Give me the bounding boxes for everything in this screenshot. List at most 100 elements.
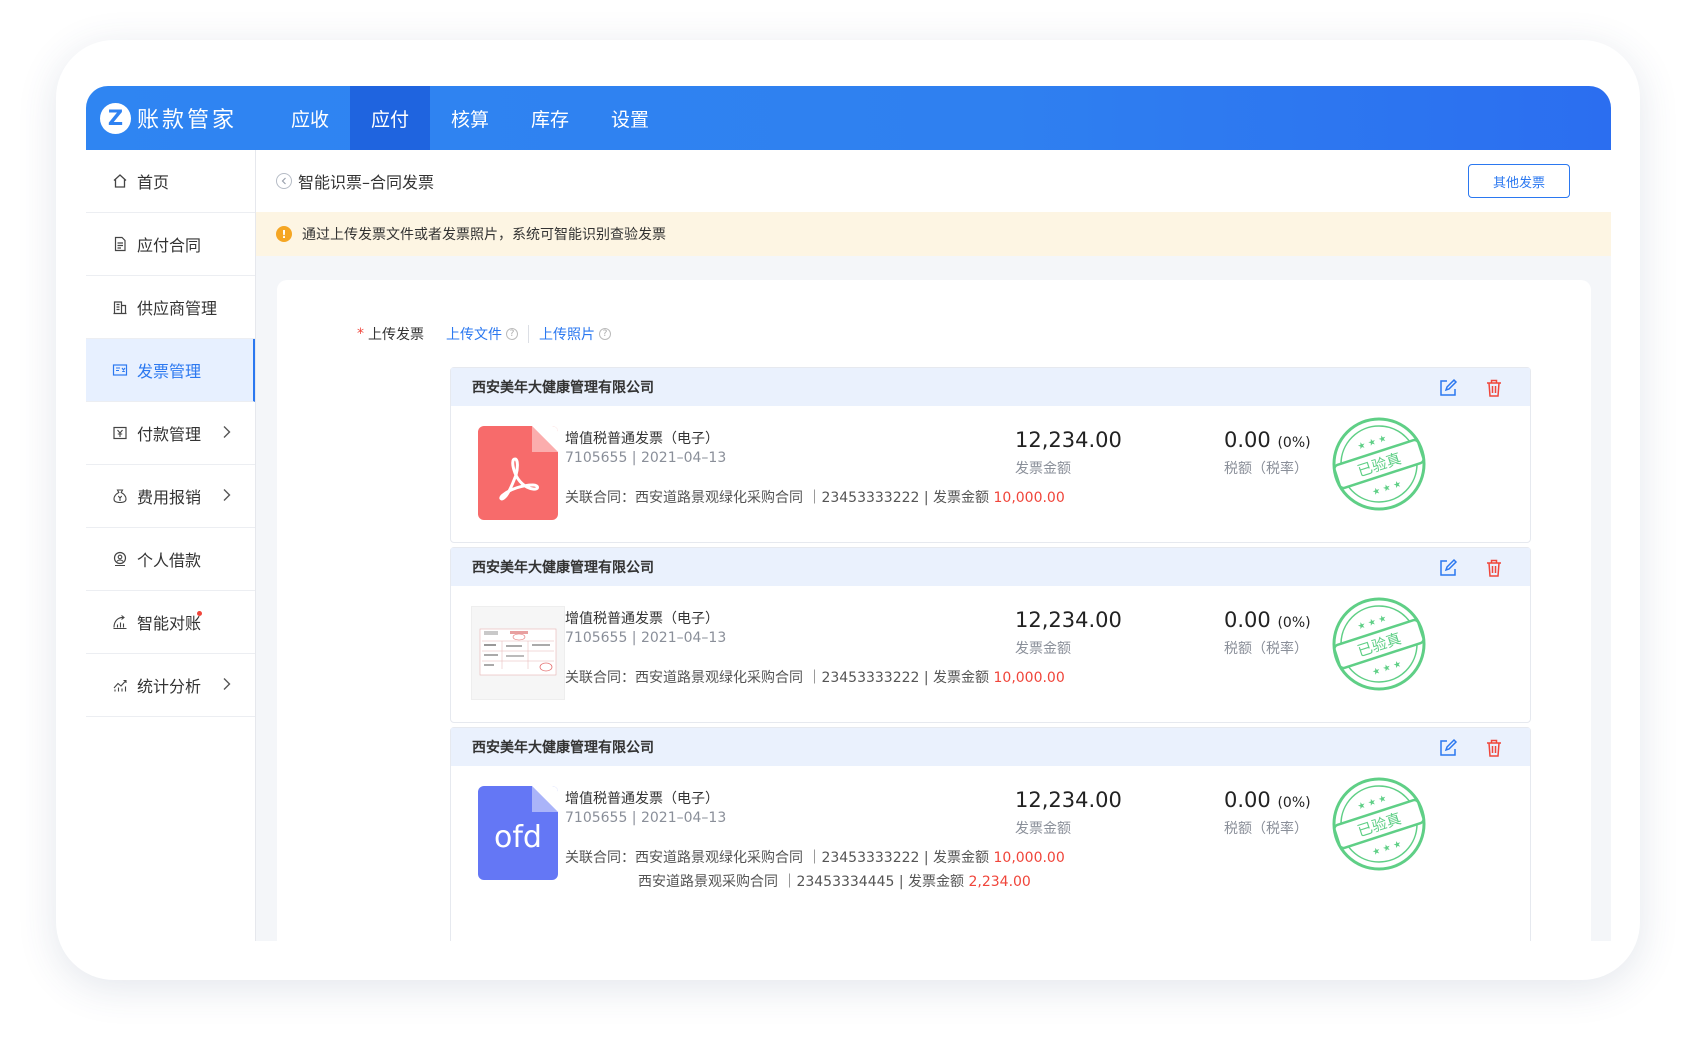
delete-icon[interactable]	[1483, 557, 1505, 579]
topnav-receivable[interactable]: 应收	[270, 86, 350, 150]
edit-icon[interactable]	[1437, 377, 1459, 399]
invoice-tax: 0.00 (0%) 税额（税率）	[1224, 428, 1311, 478]
linked-contracts: 关联合同：西安道路景观绿化采购合同 ｜23453333222 | 发票金额 10…	[565, 846, 1065, 894]
invoice-type: 增值税普通发票（电子）	[565, 431, 719, 447]
svg-text:★ ★ ★: ★ ★ ★	[1371, 839, 1403, 858]
sidebar: 首页 应付合同 供应商管理 发票管理 付款管理 费用报销 个人借款 智能对账 统…	[86, 150, 256, 941]
acrobat-icon	[499, 457, 539, 501]
sidebar-item-invoices[interactable]: 发票管理	[86, 339, 255, 402]
help-icon[interactable]: ?	[599, 328, 611, 340]
upload-photo-link[interactable]: 上传照片 ?	[539, 324, 611, 344]
ofd-label: ofd	[494, 819, 542, 855]
payment-icon	[111, 424, 129, 442]
brand-name: 账款管家	[137, 108, 238, 133]
linked-contract-text[interactable]: 西安道路景观采购合同 ｜23453334445 | 发票金额	[638, 874, 969, 890]
invoice-scan-image	[472, 607, 564, 699]
tax-label: 税额（税率）	[1224, 821, 1308, 837]
invoice-panel: * 上传发票 上传文件 ? 上传照片 ? 西安美年大健康管理有限公司 增值税普通…	[277, 280, 1591, 941]
brand[interactable]: Z 账款管家	[86, 86, 270, 150]
sidebar-item-label: 付款管理	[137, 425, 202, 444]
sidebar-item-label: 智能对账	[137, 614, 202, 633]
required-mark: *	[357, 326, 364, 342]
loan-icon	[111, 550, 129, 568]
invoice-amount: 12,234.00 发票金额	[1015, 788, 1122, 838]
app-window: Z 账款管家 应收 应付 核算 库存 设置 首页 应付合同 供应商管理 发票管理…	[86, 86, 1611, 941]
pdf-file-icon[interactable]	[478, 426, 558, 520]
topnav-accounting[interactable]: 核算	[430, 86, 510, 150]
warning-icon: !	[276, 226, 292, 242]
topnav-settings[interactable]: 设置	[590, 86, 670, 150]
invoice-card-body: ofd 增值税普通发票（电子） 7105655 | 2021–04–13 关联合…	[451, 766, 1530, 902]
sidebar-item-loans[interactable]: 个人借款	[86, 528, 255, 591]
linked-contracts: 关联合同：西安道路景观绿化采购合同 ｜23453333222 | 发票金额 10…	[565, 666, 1065, 690]
linked-contracts: 关联合同：西安道路景观绿化采购合同 ｜23453333222 | 发票金额 10…	[565, 486, 1065, 510]
page-title: 智能识票–合同发票	[298, 173, 435, 192]
invoice-tax: 0.00 (0%) 税额（税率）	[1224, 608, 1311, 658]
invoice-card: 西安美年大健康管理有限公司	[450, 547, 1531, 723]
verified-stamp: 已验真 ★ ★ ★ ★ ★ ★	[1332, 777, 1426, 871]
delete-icon[interactable]	[1483, 377, 1505, 399]
back-arrow-icon[interactable]	[276, 173, 292, 189]
linked-contract-prefix: 关联合同：	[565, 850, 635, 866]
page-header: 智能识票–合同发票 其他发票	[256, 150, 1611, 212]
linked-contract-text[interactable]: 西安道路景观绿化采购合同 ｜23453333222 | 发票金额	[635, 670, 994, 686]
ofd-file-icon[interactable]: ofd	[478, 786, 558, 880]
invoice-amount-label: 发票金额	[1015, 821, 1071, 837]
divider	[528, 325, 529, 343]
help-icon[interactable]: ?	[506, 328, 518, 340]
sidebar-item-label: 供应商管理	[137, 299, 218, 318]
sidebar-item-payments[interactable]: 付款管理	[86, 402, 255, 465]
linked-contract-text[interactable]: 西安道路景观绿化采购合同 ｜23453333222 | 发票金额	[635, 490, 994, 506]
info-notice-bar: ! 通过上传发票文件或者发票照片，系统可智能识别查验发票	[256, 212, 1611, 256]
invoice-type: 增值税普通发票（电子）	[565, 611, 719, 627]
topnav-inventory[interactable]: 库存	[510, 86, 590, 150]
linked-contract-prefix: 关联合同：	[565, 490, 635, 506]
upload-label: 上传发票	[368, 327, 424, 343]
linked-contract-line: 关联合同：西安道路景观绿化采购合同 ｜23453333222 | 发票金额 10…	[565, 846, 1065, 870]
brand-logo-icon: Z	[100, 102, 131, 134]
tax-rate: (0%)	[1277, 615, 1311, 631]
top-navigation-bar: Z 账款管家 应收 应付 核算 库存 设置	[86, 86, 1611, 150]
chevron-right-icon	[222, 424, 232, 443]
verified-stamp: 已验真 ★ ★ ★ ★ ★ ★	[1332, 417, 1426, 511]
edit-icon[interactable]	[1437, 737, 1459, 759]
invoice-meta: 7105655 | 2021–04–13	[565, 630, 727, 646]
linked-contract-amount: 2,234.00	[968, 874, 1031, 890]
linked-contract-text[interactable]: 西安道路景观绿化采购合同 ｜23453333222 | 发票金额	[635, 850, 994, 866]
sidebar-item-expenses[interactable]: 费用报销	[86, 465, 255, 528]
invoice-tax: 0.00 (0%) 税额（税率）	[1224, 788, 1311, 838]
tax-label: 税额（税率）	[1224, 461, 1308, 477]
tax-value: 0.00	[1224, 608, 1271, 632]
chevron-right-icon	[222, 676, 232, 695]
linked-contract-amount: 10,000.00	[993, 850, 1065, 866]
money-bag-icon	[111, 487, 129, 505]
sidebar-item-reconcile[interactable]: 智能对账	[86, 591, 255, 654]
invoice-image-thumbnail[interactable]	[471, 606, 565, 700]
company-name: 西安美年大健康管理有限公司	[472, 560, 654, 576]
svg-text:★ ★ ★: ★ ★ ★	[1371, 479, 1403, 498]
tax-value: 0.00	[1224, 428, 1271, 452]
card-actions	[1413, 377, 1505, 399]
other-invoices-button[interactable]: 其他发票	[1468, 164, 1570, 198]
invoice-type: 增值税普通发票（电子）	[565, 791, 719, 807]
sidebar-item-label: 统计分析	[137, 677, 202, 696]
invoice-card-body: 增值税普通发票（电子） 7105655 | 2021–04–13 关联合同：西安…	[451, 406, 1530, 542]
linked-contract-line: 关联合同：西安道路景观绿化采购合同 ｜23453333222 | 发票金额 10…	[565, 666, 1065, 690]
linked-contract-amount: 10,000.00	[993, 490, 1065, 506]
linked-contract-prefix: 关联合同：	[565, 670, 635, 686]
invoice-icon	[111, 361, 129, 379]
invoice-meta: 7105655 | 2021–04–13	[565, 450, 727, 466]
card-actions	[1413, 737, 1505, 759]
upload-row: * 上传发票 上传文件 ? 上传照片 ?	[357, 324, 611, 344]
topnav-payable[interactable]: 应付	[350, 86, 430, 150]
reconcile-icon	[111, 613, 129, 631]
edit-icon[interactable]	[1437, 557, 1459, 579]
invoice-card-body: 增值税普通发票（电子） 7105655 | 2021–04–13 关联合同：西安…	[451, 586, 1530, 722]
upload-file-link[interactable]: 上传文件 ?	[446, 324, 518, 344]
sidebar-item-contracts[interactable]: 应付合同	[86, 213, 255, 276]
sidebar-item-suppliers[interactable]: 供应商管理	[86, 276, 255, 339]
delete-icon[interactable]	[1483, 737, 1505, 759]
sidebar-item-statistics[interactable]: 统计分析	[86, 654, 255, 717]
invoice-card: 西安美年大健康管理有限公司	[450, 367, 1531, 543]
sidebar-item-home[interactable]: 首页	[86, 150, 255, 213]
